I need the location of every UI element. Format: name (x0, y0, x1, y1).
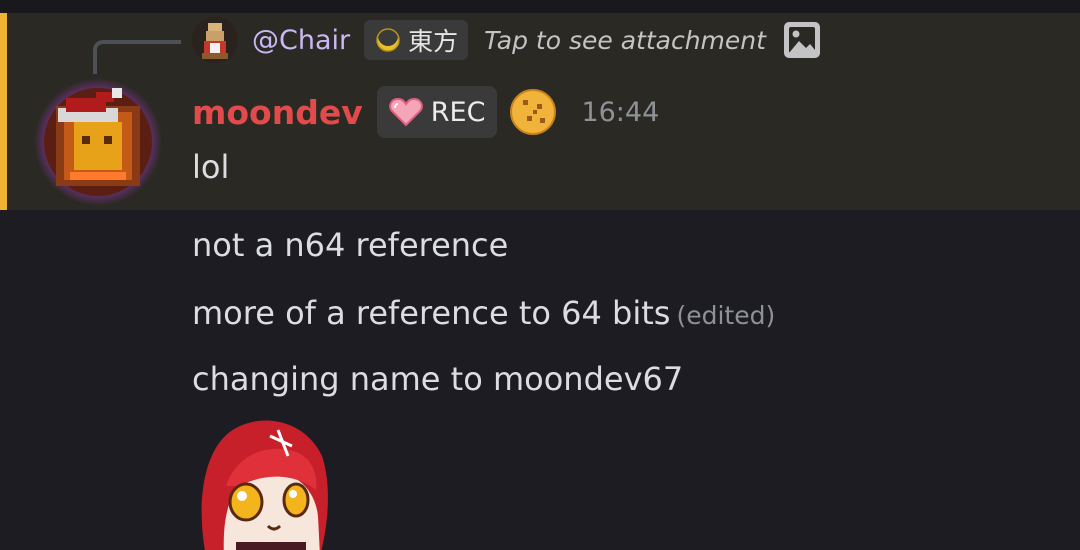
author-avatar[interactable] (34, 78, 162, 206)
author-tag-label: REC (430, 96, 486, 128)
edited-label: (edited) (676, 301, 776, 330)
reply-avatar[interactable] (192, 17, 238, 63)
timestamp: 16:44 (581, 96, 660, 128)
message-line[interactable]: more of a reference to 64 bits (edited) (192, 294, 775, 332)
mention-bar (0, 13, 7, 210)
message-line[interactable]: changing name to moondev67 (192, 360, 683, 398)
sticker[interactable] (196, 416, 332, 550)
message-text: more of a reference to 64 bits (192, 294, 671, 332)
reply-preview[interactable]: Tap to see attachment (484, 26, 766, 55)
reply-username[interactable]: @Chair (252, 25, 350, 56)
pixel-avatar-icon (34, 78, 162, 206)
author-tag[interactable]: REC (376, 86, 498, 138)
reply-tag-label: 東方 (408, 27, 459, 56)
anime-girl-sticker (201, 420, 328, 550)
reply-reference[interactable]: @Chair 東方 Tap to see attachment (192, 17, 822, 63)
moon-icon (376, 26, 400, 52)
heart-icon (389, 97, 423, 127)
pixel-avatar-icon (192, 17, 238, 63)
message-header: moondev REC 16:44 (192, 86, 659, 138)
reply-spine (93, 40, 181, 74)
reply-tag[interactable]: 東方 (364, 20, 469, 60)
image-icon[interactable] (782, 20, 822, 60)
message-line[interactable]: not a n64 reference (192, 226, 508, 264)
author-name[interactable]: moondev (192, 93, 363, 132)
message-line[interactable]: lol (192, 148, 229, 186)
cookie-icon[interactable] (509, 88, 557, 136)
top-strip (0, 0, 1080, 13)
